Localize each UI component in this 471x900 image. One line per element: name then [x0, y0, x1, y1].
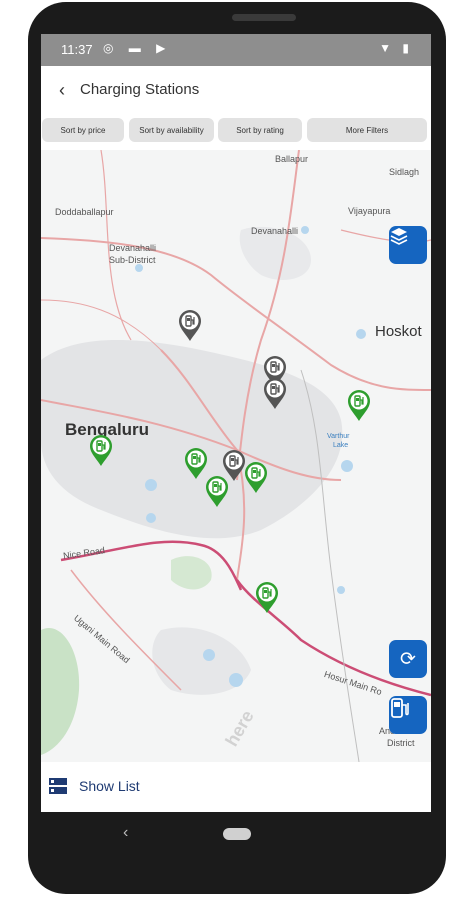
- charging-station-pin-available[interactable]: [244, 462, 268, 494]
- map-label-sidlagh: Sidlagh: [389, 167, 420, 177]
- map-view[interactable]: Ballapur Sidlagh Doddaballapur Vijayapur…: [41, 150, 431, 762]
- layers-button[interactable]: [389, 226, 427, 264]
- water-body: [337, 586, 345, 594]
- charging-station-pin-available[interactable]: [205, 476, 229, 508]
- status-notification-icons: ◎ ▬ ▶: [103, 41, 172, 55]
- water-body: [301, 226, 309, 234]
- ev-charger-pin-icon: [264, 378, 286, 409]
- charging-station-pin-unavailable[interactable]: [178, 310, 202, 342]
- list-view-icon[interactable]: [49, 778, 67, 794]
- green-area: [171, 556, 212, 590]
- status-bar: 11:37 ◎ ▬ ▶ ▼ ▮: [41, 34, 431, 66]
- ev-charger-pin-icon: [256, 582, 278, 613]
- water-body: [341, 460, 353, 472]
- sort-by-rating-button[interactable]: Sort by rating: [218, 118, 302, 142]
- charging-station-pin-available[interactable]: [255, 582, 279, 614]
- water-body: [229, 673, 243, 687]
- water-body: [145, 479, 157, 491]
- map-label-hoskot: Hoskot: [375, 323, 422, 340]
- water-body: [356, 329, 366, 339]
- map-label-doddaballapur: Doddaballapur: [55, 207, 114, 217]
- speaker-grille: [232, 14, 296, 21]
- refresh-button[interactable]: ⟳: [389, 640, 427, 678]
- page-title: Charging Stations: [80, 81, 200, 98]
- more-filters-button[interactable]: More Filters: [307, 118, 427, 142]
- ev-charger-button[interactable]: [389, 696, 427, 734]
- ev-charger-pin-icon: [90, 435, 112, 466]
- nav-back-icon[interactable]: ‹: [123, 824, 128, 842]
- map-label-varthur: Varthur: [327, 433, 350, 440]
- ev-charger-pin-icon: [179, 310, 201, 341]
- map-label-ballapur: Ballapur: [275, 154, 309, 164]
- filter-bar: Sort by price Sort by availability Sort …: [41, 118, 431, 144]
- charging-station-pin-available[interactable]: [89, 435, 113, 467]
- show-list-button[interactable]: Show List: [79, 778, 140, 794]
- bottom-bar: Show List: [41, 762, 431, 812]
- app-bar: ‹ Charging Stations: [41, 66, 431, 114]
- map-label-vijayapura: Vijayapura: [348, 206, 391, 216]
- status-system-icons: ▼ ▮: [379, 41, 413, 55]
- ev-charger-pin-icon: [245, 462, 267, 493]
- app-screen: 11:37 ◎ ▬ ▶ ▼ ▮ ‹ Charging Stations Sort…: [41, 34, 431, 812]
- water-body: [135, 264, 143, 272]
- sort-by-availability-button[interactable]: Sort by availability: [129, 118, 214, 142]
- status-time: 11:37: [61, 42, 93, 57]
- ev-charger-icon: [391, 698, 409, 718]
- ev-charger-pin-icon: [348, 390, 370, 421]
- map-label-district: District: [387, 738, 415, 748]
- map-label-lake: Lake: [333, 442, 349, 449]
- green-area: [41, 628, 80, 755]
- system-nav-bar: ‹: [41, 812, 431, 858]
- map-label-sub-district: Sub-District: [109, 255, 156, 265]
- layers-icon: [390, 228, 408, 245]
- back-arrow-icon[interactable]: ‹: [59, 80, 65, 101]
- map-label-devanahalli-subdistrict: Devanahalli: [109, 243, 157, 253]
- sort-by-price-button[interactable]: Sort by price: [42, 118, 124, 142]
- ev-charger-pin-icon: [206, 476, 228, 507]
- refresh-icon: ⟳: [400, 648, 416, 670]
- charging-station-pin-available[interactable]: [347, 390, 371, 422]
- water-body: [203, 649, 215, 661]
- nav-home-button[interactable]: [223, 828, 251, 840]
- charging-station-pin-unavailable[interactable]: [263, 378, 287, 410]
- water-body: [146, 513, 156, 523]
- map-label-devanahalli: Devanahalli: [251, 226, 299, 236]
